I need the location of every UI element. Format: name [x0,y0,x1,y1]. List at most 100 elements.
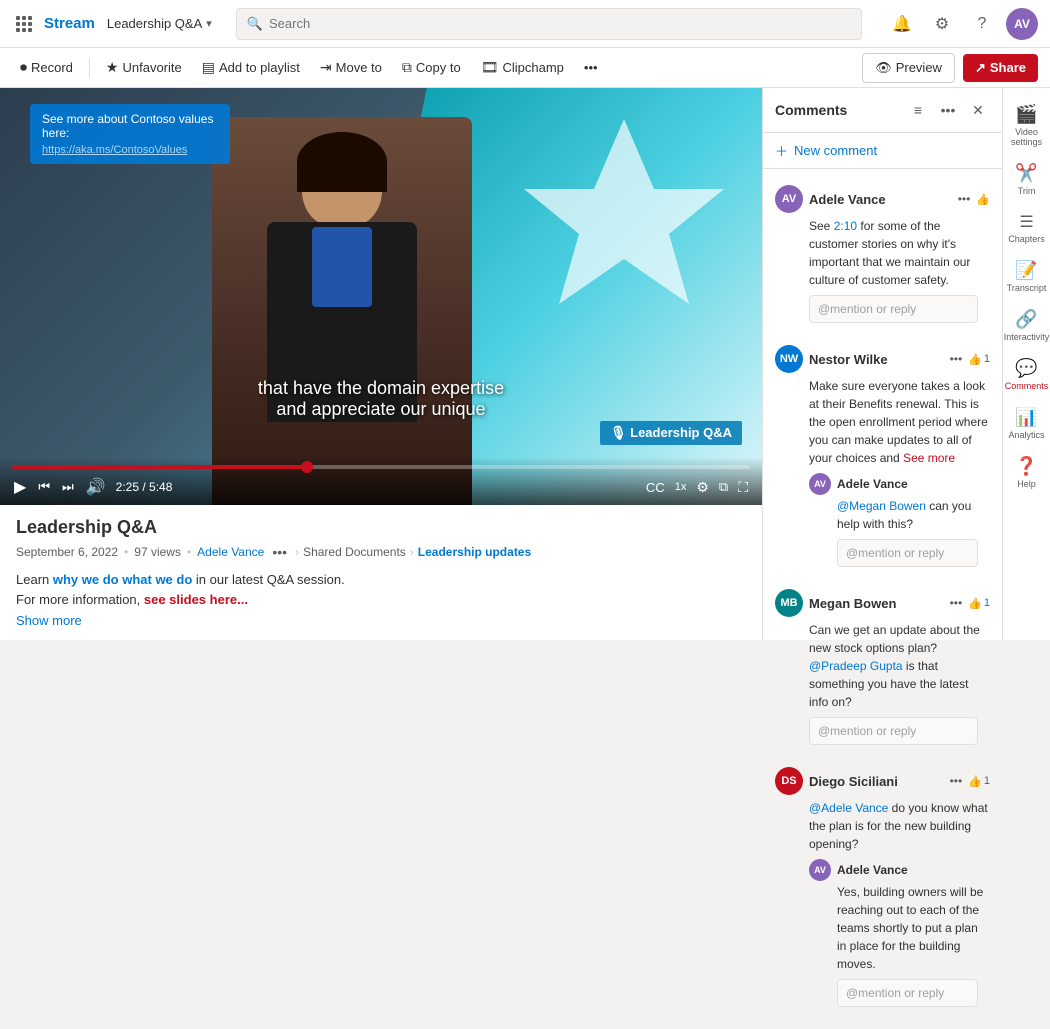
breadcrumb-chevron-1: › [295,545,299,559]
avatar: DS [775,767,803,795]
trim-icon-item[interactable]: ✂️ Trim [1003,155,1050,204]
sub-comment-header: AV Adele Vance [809,473,990,495]
skip-back-button[interactable]: ⏮ [36,477,52,497]
sub-comment-author: Adele Vance [837,477,990,491]
top-nav: Stream Leadership Q&A ▾ 🔍 🔔 ⚙ ? AV [0,0,1050,48]
video-player[interactable]: that have the domain expertise and appre… [0,88,762,505]
more-options-button[interactable]: ••• [576,56,606,79]
timestamp-link[interactable]: 2:10 [834,219,857,233]
breadcrumb-leadership-updates[interactable]: Leadership updates [418,545,531,559]
notifications-button[interactable]: 🔔 [886,8,918,40]
share-button[interactable]: ↗ Share [963,54,1038,82]
toolbar-sep-1 [89,58,90,78]
move-to-button[interactable]: ⇥ Move to [312,55,390,80]
unfavorite-button[interactable]: ★ Unfavorite [98,55,190,80]
fullscreen-button[interactable]: ⛶ [736,477,750,498]
mention[interactable]: @Megan Bowen [837,499,926,513]
preview-button[interactable]: 👁 Preview [862,53,955,83]
skip-forward-button[interactable]: ⏭ [60,477,76,497]
interactivity-icon-item[interactable]: 🔗 Interactivity [1003,301,1050,350]
progress-fill [12,465,307,469]
side-icon-label: Interactivity [1004,332,1050,342]
volume-button[interactable]: 🔊 [84,475,108,499]
comments-panel-inner: Comments ≡ ••• ✕ ＋ New comment AV Adele … [763,88,1002,1029]
see-more-link[interactable]: See more [903,451,955,465]
avatar: MB [775,589,803,617]
ellipsis-icon: ••• [584,60,598,75]
app-brand[interactable]: Stream [44,15,95,32]
mention[interactable]: @Adele Vance [809,801,888,815]
mention[interactable]: @Pradeep Gupta [809,659,903,673]
comment-header: NW Nestor Wilke ••• 👍 1 [775,345,990,373]
comment-more-button[interactable]: ••• [950,352,963,366]
progress-bar[interactable] [12,465,750,469]
avatar: AV [775,185,803,213]
search-input[interactable] [269,16,851,31]
comment-body: Can we get an update about the new stock… [809,621,990,711]
interactivity-icon: 🔗 [1015,309,1037,330]
comment-like[interactable]: 👍 1 [968,597,990,610]
search-box[interactable]: 🔍 [236,8,862,40]
nav-video-title[interactable]: Leadership Q&A [107,16,202,31]
record-button[interactable]: ⏺ Record [12,55,81,80]
transcript-icon-item[interactable]: 📝 Transcript [1003,252,1050,301]
play-button[interactable]: ▶ [12,475,28,499]
comment-more-button[interactable]: ••• [950,596,963,610]
reply-input[interactable]: @mention or reply [837,979,978,1007]
comment-like[interactable]: 👍 1 [968,353,990,366]
comment-like[interactable]: 👍 [976,193,990,206]
settings-icon-button[interactable]: ⚙ [926,8,958,40]
reply-input[interactable]: @mention or reply [809,717,978,745]
comment-item: MB Megan Bowen ••• 👍 1 Can we get an upd… [763,581,1002,759]
more-comments-button[interactable]: ••• [936,98,960,122]
copy-to-button[interactable]: ⧉ Copy to [394,55,469,80]
video-section: that have the domain expertise and appre… [0,88,762,640]
label-icon: 🎙 [610,425,630,440]
comments-icon-item[interactable]: 💬 Comments [1003,350,1050,399]
sub-comment-header: AV Adele Vance [809,859,990,881]
settings-video-button[interactable]: ⚙ [694,477,711,498]
desc-slides-link[interactable]: see slides here... [144,592,248,607]
analytics-icon-item[interactable]: 📊 Analytics [1003,399,1050,448]
speed-button[interactable]: 1x [673,479,689,495]
comment-like[interactable]: 👍 1 [968,775,990,788]
reply-input[interactable]: @mention or reply [837,539,978,567]
reply-input[interactable]: @mention or reply [809,295,978,323]
help-icon-button[interactable]: ? [966,8,998,40]
plus-icon: ＋ [775,141,788,160]
close-comments-button[interactable]: ✕ [966,98,990,122]
star-icon: ★ [106,59,119,76]
add-to-playlist-button[interactable]: ▤ Add to playlist [194,55,308,80]
new-comment-button[interactable]: ＋ New comment [763,133,1002,169]
share-icon: ↗ [975,60,986,76]
clipchamp-button[interactable]: 🎞 Clipchamp [473,55,572,80]
breadcrumb-shared-docs[interactable]: Shared Documents [303,545,406,559]
comment-more-button[interactable]: ••• [958,192,971,206]
chapters-icon-item[interactable]: ☰ Chapters [1003,204,1050,252]
pip-button[interactable]: ⧉ [717,477,730,497]
side-icon-label: Comments [1005,381,1049,391]
desc-bold-link[interactable]: why we do what we do [53,572,192,587]
comment-body: Make sure everyone takes a look at their… [809,377,990,467]
author-more-button[interactable]: ••• [270,542,289,562]
subtitles-button[interactable]: CC [644,478,667,497]
app-grid-icon[interactable] [12,12,36,36]
comment-header: DS Diego Siciliani ••• 👍 1 [775,767,990,795]
sub-comment-body: @Megan Bowen can you help with this? [837,497,990,533]
comment-body: See 2:10 for some of the customer storie… [809,217,990,289]
video-info: Leadership Q&A September 6, 2022 • 97 vi… [0,505,762,640]
video-settings-icon-item[interactable]: 🎬 Video settings [1003,96,1050,155]
thumbsup-icon: 👍 [968,775,982,788]
user-avatar[interactable]: AV [1006,8,1038,40]
sort-comments-button[interactable]: ≡ [906,98,930,122]
video-caption: that have the domain expertise and appre… [258,378,504,420]
help-side-icon-item[interactable]: ❓ Help [1003,448,1050,497]
video-meta: September 6, 2022 • 97 views • Adele Van… [16,542,746,562]
comment-more-button[interactable]: ••• [950,774,963,788]
tooltip-link[interactable]: https://aka.ms/ContosoValues [42,144,187,156]
show-more-button[interactable]: Show more [16,613,746,628]
trim-icon: ✂️ [1015,163,1037,184]
breadcrumb-chevron-2: › [410,545,414,559]
video-author[interactable]: Adele Vance [197,545,264,559]
video-label-overlay: 🎙 Leadership Q&A [600,421,742,445]
